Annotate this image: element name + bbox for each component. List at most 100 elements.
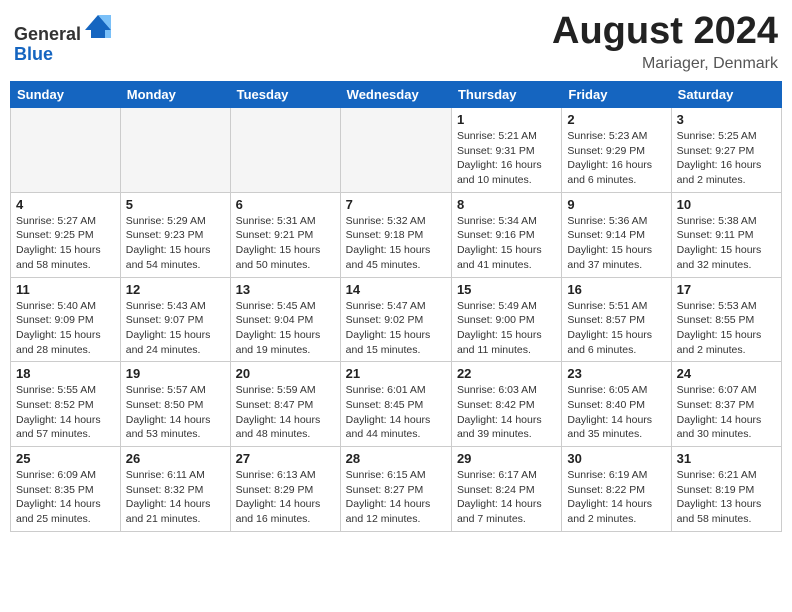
day-number: 10 (677, 197, 776, 212)
day-number: 5 (126, 197, 225, 212)
page-location: Mariager, Denmark (552, 55, 778, 73)
day-number: 19 (126, 366, 225, 381)
calendar-cell: 23 Sunrise: 6:05 AMSunset: 8:40 PMDayligh… (562, 362, 671, 447)
calendar-header-row: SundayMondayTuesdayWednesdayThursdayFrid… (11, 82, 782, 108)
day-number: 8 (457, 197, 556, 212)
column-header-wednesday: Wednesday (340, 82, 451, 108)
calendar-cell: 2 Sunrise: 5:23 AMSunset: 9:29 PMDaylight… (562, 108, 671, 193)
calendar-cell: 27 Sunrise: 6:13 AMSunset: 8:29 PMDayligh… (230, 447, 340, 532)
column-header-saturday: Saturday (671, 82, 781, 108)
calendar-cell: 12 Sunrise: 5:43 AMSunset: 9:07 PMDayligh… (120, 277, 230, 362)
logo-blue-text: Blue (14, 44, 53, 64)
day-info: Sunrise: 5:31 AMSunset: 9:21 PMDaylight:… (236, 214, 335, 273)
day-number: 30 (567, 451, 665, 466)
day-info: Sunrise: 5:59 AMSunset: 8:47 PMDaylight:… (236, 383, 335, 442)
day-info: Sunrise: 5:47 AMSunset: 9:02 PMDaylight:… (346, 299, 446, 358)
day-info: Sunrise: 6:07 AMSunset: 8:37 PMDaylight:… (677, 383, 776, 442)
day-number: 29 (457, 451, 556, 466)
calendar-cell (230, 108, 340, 193)
day-info: Sunrise: 6:15 AMSunset: 8:27 PMDaylight:… (346, 468, 446, 527)
calendar-cell: 18 Sunrise: 5:55 AMSunset: 8:52 PMDayligh… (11, 362, 121, 447)
day-info: Sunrise: 5:53 AMSunset: 8:55 PMDaylight:… (677, 299, 776, 358)
calendar-week-3: 11 Sunrise: 5:40 AMSunset: 9:09 PMDayligh… (11, 277, 782, 362)
calendar-cell: 14 Sunrise: 5:47 AMSunset: 9:02 PMDayligh… (340, 277, 451, 362)
day-number: 11 (16, 282, 115, 297)
calendar-cell: 31Sunrise: 6:21 AMSunset: 8:19 PMDayligh… (671, 447, 781, 532)
day-number: 23 (567, 366, 665, 381)
logo: General Blue (14, 10, 113, 65)
day-info: Sunrise: 5:21 AMSunset: 9:31 PMDaylight:… (457, 129, 556, 188)
calendar-cell: 11 Sunrise: 5:40 AMSunset: 9:09 PMDayligh… (11, 277, 121, 362)
day-info: Sunrise: 6:03 AMSunset: 8:42 PMDaylight:… (457, 383, 556, 442)
day-info: Sunrise: 5:38 AMSunset: 9:11 PMDaylight:… (677, 214, 776, 273)
day-info: Sunrise: 5:23 AMSunset: 9:29 PMDaylight:… (567, 129, 665, 188)
column-header-thursday: Thursday (451, 82, 561, 108)
calendar-cell: 7 Sunrise: 5:32 AMSunset: 9:18 PMDaylight… (340, 192, 451, 277)
logo-icon (83, 10, 113, 40)
calendar-cell (11, 108, 121, 193)
day-number: 17 (677, 282, 776, 297)
day-info: Sunrise: 5:55 AMSunset: 8:52 PMDaylight:… (16, 383, 115, 442)
day-number: 16 (567, 282, 665, 297)
calendar-week-4: 18 Sunrise: 5:55 AMSunset: 8:52 PMDayligh… (11, 362, 782, 447)
calendar-cell: 29 Sunrise: 6:17 AMSunset: 8:24 PMDayligh… (451, 447, 561, 532)
calendar-cell: 30 Sunrise: 6:19 AMSunset: 8:22 PMDayligh… (562, 447, 671, 532)
column-header-sunday: Sunday (11, 82, 121, 108)
day-number: 12 (126, 282, 225, 297)
calendar-cell: 6 Sunrise: 5:31 AMSunset: 9:21 PMDaylight… (230, 192, 340, 277)
day-info: Sunrise: 5:45 AMSunset: 9:04 PMDaylight:… (236, 299, 335, 358)
calendar-cell: 19 Sunrise: 5:57 AMSunset: 8:50 PMDayligh… (120, 362, 230, 447)
day-info: Sunrise: 6:05 AMSunset: 8:40 PMDaylight:… (567, 383, 665, 442)
day-number: 4 (16, 197, 115, 212)
calendar-cell: 17 Sunrise: 5:53 AMSunset: 8:55 PMDayligh… (671, 277, 781, 362)
day-number: 28 (346, 451, 446, 466)
title-block: August 2024 Mariager, Denmark (552, 10, 778, 73)
logo-general-text: General (14, 24, 81, 44)
day-number: 27 (236, 451, 335, 466)
calendar-cell: 28 Sunrise: 6:15 AMSunset: 8:27 PMDayligh… (340, 447, 451, 532)
day-number: 2 (567, 112, 665, 127)
day-number: 6 (236, 197, 335, 212)
calendar-week-1: 1 Sunrise: 5:21 AMSunset: 9:31 PMDaylight… (11, 108, 782, 193)
day-info: Sunrise: 6:19 AMSunset: 8:22 PMDaylight:… (567, 468, 665, 527)
calendar-cell: 25Sunrise: 6:09 AMSunset: 8:35 PMDayligh… (11, 447, 121, 532)
day-info: Sunrise: 6:01 AMSunset: 8:45 PMDaylight:… (346, 383, 446, 442)
calendar-table: SundayMondayTuesdayWednesdayThursdayFrid… (10, 81, 782, 532)
calendar-cell: 16Sunrise: 5:51 AMSunset: 8:57 PMDayligh… (562, 277, 671, 362)
calendar-cell: 3 Sunrise: 5:25 AMSunset: 9:27 PMDaylight… (671, 108, 781, 193)
calendar-cell: 26Sunrise: 6:11 AMSunset: 8:32 PMDayligh… (120, 447, 230, 532)
day-number: 18 (16, 366, 115, 381)
calendar-cell: 21 Sunrise: 6:01 AMSunset: 8:45 PMDayligh… (340, 362, 451, 447)
day-number: 21 (346, 366, 446, 381)
calendar-cell (120, 108, 230, 193)
calendar-cell: 8 Sunrise: 5:34 AMSunset: 9:16 PMDaylight… (451, 192, 561, 277)
calendar-week-5: 25Sunrise: 6:09 AMSunset: 8:35 PMDayligh… (11, 447, 782, 532)
column-header-tuesday: Tuesday (230, 82, 340, 108)
calendar-cell: 24Sunrise: 6:07 AMSunset: 8:37 PMDayligh… (671, 362, 781, 447)
page-header: General Blue August 2024 Mariager, Denma… (10, 10, 782, 73)
day-number: 20 (236, 366, 335, 381)
day-number: 15 (457, 282, 556, 297)
day-info: Sunrise: 5:36 AMSunset: 9:14 PMDaylight:… (567, 214, 665, 273)
day-number: 9 (567, 197, 665, 212)
day-info: Sunrise: 5:57 AMSunset: 8:50 PMDaylight:… (126, 383, 225, 442)
day-number: 7 (346, 197, 446, 212)
day-info: Sunrise: 5:43 AMSunset: 9:07 PMDaylight:… (126, 299, 225, 358)
day-info: Sunrise: 5:40 AMSunset: 9:09 PMDaylight:… (16, 299, 115, 358)
day-number: 3 (677, 112, 776, 127)
day-number: 1 (457, 112, 556, 127)
calendar-cell: 4Sunrise: 5:27 AMSunset: 9:25 PMDaylight… (11, 192, 121, 277)
column-header-friday: Friday (562, 82, 671, 108)
calendar-cell: 1 Sunrise: 5:21 AMSunset: 9:31 PMDaylight… (451, 108, 561, 193)
calendar-cell: 10 Sunrise: 5:38 AMSunset: 9:11 PMDayligh… (671, 192, 781, 277)
day-number: 14 (346, 282, 446, 297)
day-info: Sunrise: 6:13 AMSunset: 8:29 PMDaylight:… (236, 468, 335, 527)
day-number: 26 (126, 451, 225, 466)
calendar-cell: 22Sunrise: 6:03 AMSunset: 8:42 PMDayligh… (451, 362, 561, 447)
day-info: Sunrise: 6:17 AMSunset: 8:24 PMDaylight:… (457, 468, 556, 527)
day-info: Sunrise: 5:49 AMSunset: 9:00 PMDaylight:… (457, 299, 556, 358)
day-info: Sunrise: 5:34 AMSunset: 9:16 PMDaylight:… (457, 214, 556, 273)
day-info: Sunrise: 5:32 AMSunset: 9:18 PMDaylight:… (346, 214, 446, 273)
day-number: 31 (677, 451, 776, 466)
day-info: Sunrise: 5:25 AMSunset: 9:27 PMDaylight:… (677, 129, 776, 188)
